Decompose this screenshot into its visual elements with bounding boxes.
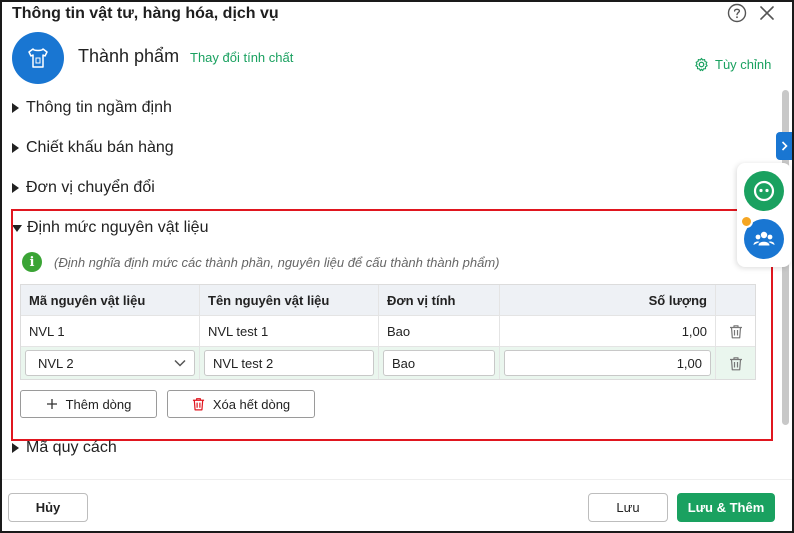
collapsed-arrow-icon	[12, 183, 19, 193]
cell-material-code[interactable]: NVL 1	[21, 316, 200, 346]
chevron-down-icon	[174, 359, 186, 367]
collapsed-arrow-icon	[12, 143, 19, 153]
delete-row-button[interactable]	[716, 347, 755, 379]
chatbot-button[interactable]	[744, 171, 784, 211]
chevron-right-icon	[781, 141, 788, 151]
col-actions	[716, 285, 755, 315]
material-norm-info: i (Định nghĩa định mức các thành phần, n…	[22, 252, 500, 272]
col-material-name: Tên nguyên vật liệu	[200, 285, 379, 315]
notification-dot	[740, 215, 753, 228]
cancel-button[interactable]: Hủy	[8, 493, 88, 522]
product-avatar	[12, 32, 64, 84]
change-property-link[interactable]: Thay đổi tính chất	[190, 50, 293, 65]
section-spec-code-label: Mã quy cách	[26, 439, 117, 456]
col-unit: Đơn vị tính	[379, 285, 500, 315]
cell-unit[interactable]: Bao	[379, 316, 500, 346]
cell-material-name[interactable]: NVL test 1	[200, 316, 379, 346]
delete-all-rows-button[interactable]: Xóa hết dòng	[167, 390, 315, 418]
close-icon[interactable]	[757, 3, 777, 23]
info-icon: i	[22, 252, 42, 272]
shirt-icon	[28, 48, 48, 68]
add-row-label: Thêm dòng	[65, 396, 132, 412]
table-row[interactable]: NVL 1 NVL test 1 Bao 1,00	[21, 316, 755, 347]
delete-row-button[interactable]	[716, 316, 755, 346]
save-and-add-button[interactable]: Lưu & Thêm	[677, 493, 775, 522]
table-header-row: Mã nguyên vật liệu Tên nguyên vật liệu Đ…	[21, 285, 755, 316]
section-default-info-label: Thông tin ngầm định	[26, 99, 172, 116]
section-unit-conversion[interactable]: Đơn vị chuyển đổi	[12, 179, 155, 197]
add-row-button[interactable]: Thêm dòng	[20, 390, 157, 418]
customize-label: Tùy chỉnh	[715, 57, 772, 72]
section-sales-discount[interactable]: Chiết khấu bán hàng	[12, 139, 174, 157]
collapsed-arrow-icon	[12, 443, 19, 453]
product-type-name: Thành phẩm	[78, 46, 180, 66]
table-row[interactable]: NVL 2 NVL test 2 Bao 1,00	[21, 347, 755, 379]
bot-icon	[753, 180, 775, 202]
plus-icon	[46, 399, 57, 409]
info-text: (Định nghĩa định mức các thành phần, ngu…	[54, 254, 500, 270]
unit-input[interactable]: Bao	[383, 350, 495, 376]
trash-icon	[192, 398, 204, 411]
section-default-info[interactable]: Thông tin ngầm định	[12, 99, 172, 117]
material-norm-table: Mã nguyên vật liệu Tên nguyên vật liệu Đ…	[20, 284, 756, 380]
section-unit-conversion-label: Đơn vị chuyển đổi	[26, 179, 155, 196]
trash-icon	[729, 324, 742, 338]
section-spec-code[interactable]: Mã quy cách	[12, 439, 117, 457]
save-button[interactable]: Lưu	[588, 493, 668, 522]
cell-quantity[interactable]: 1,00	[500, 316, 716, 346]
trash-icon	[729, 356, 742, 370]
material-code-select[interactable]: NVL 2	[25, 350, 195, 376]
section-sales-discount-label: Chiết khấu bán hàng	[26, 139, 174, 156]
delete-all-label: Xóa hết dòng	[212, 396, 291, 412]
expand-side-panel-button[interactable]	[776, 132, 792, 160]
material-name-input[interactable]: NVL test 2	[204, 350, 374, 376]
col-quantity: Số lượng	[500, 285, 716, 315]
dialog-title: Thông tin vật tư, hàng hóa, dịch vụ	[12, 5, 279, 22]
help-icon[interactable]	[727, 3, 747, 23]
material-code-value: NVL 2	[38, 355, 74, 371]
col-material-code: Mã nguyên vật liệu	[21, 285, 200, 315]
customize-button[interactable]: Tùy chỉnh	[694, 57, 771, 72]
footer-divider	[2, 479, 792, 480]
gear-icon	[695, 57, 708, 72]
quantity-input[interactable]: 1,00	[504, 350, 711, 376]
group-icon	[753, 231, 775, 246]
collapsed-arrow-icon	[12, 103, 19, 113]
